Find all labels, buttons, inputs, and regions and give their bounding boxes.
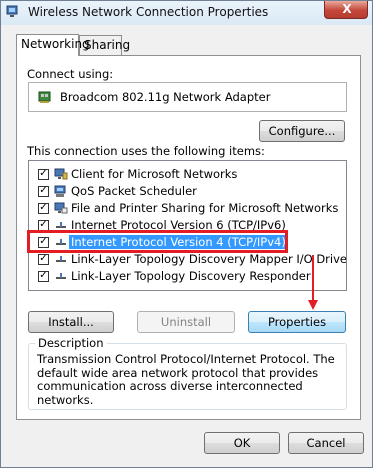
item-label: Link-Layer Topology Discovery Responder [71,269,311,283]
items-label: This connection uses the following items… [27,144,265,158]
uninstall-button[interactable]: Uninstall [137,311,235,333]
item-checkbox[interactable]: ✓ [38,270,49,282]
connect-using-label: Connect using: [27,67,114,81]
item-checkbox[interactable]: ✓ [38,253,49,265]
network-adapter-icon [38,91,51,103]
item-label: QoS Packet Scheduler [71,184,197,198]
properties-button[interactable]: Properties [248,311,346,333]
ok-button[interactable]: OK [204,432,280,454]
item-checkbox[interactable]: ✓ [38,168,49,180]
item-label: Client for Microsoft Networks [71,167,238,181]
adapter-name: Broadcom 802.11g Network Adapter [60,90,271,104]
description-group: Description Transmission Control Protoco… [28,336,347,410]
list-item[interactable]: ✓ File and Printer Sharing for Microsoft… [29,200,346,217]
list-item[interactable]: ✓ Client for Microsoft Networks [29,166,346,183]
tab-networking-label: Networking [21,37,90,51]
configure-button[interactable]: Configure... [259,120,345,142]
cancel-button[interactable]: Cancel [288,432,364,454]
close-icon: X [342,2,352,16]
list-item[interactable]: ✓ Link-Layer Topology Discovery Responde… [29,268,346,285]
list-item[interactable]: ✓ QoS Packet Scheduler [29,183,346,200]
list-item[interactable]: ✓ Link-Layer Topology Discovery Mapper I… [29,251,346,268]
window-title: Wireless Network Connection Properties [28,5,269,19]
properties-dialog: Wireless Network Connection Properties X… [0,0,373,468]
item-label: Link-Layer Topology Discovery Mapper I/O… [71,252,347,266]
components-list[interactable]: ✓ Client for Microsoft Networks ✓ QoS Pa… [28,160,347,291]
tab-sharing-label: Sharing [84,38,131,52]
file-printer-sharing-icon [54,202,68,214]
tab-networking[interactable]: Networking [16,34,90,56]
network-client-icon [54,168,68,180]
item-label: File and Printer Sharing for Microsoft N… [71,201,339,215]
adapter-field: Broadcom 802.11g Network Adapter [28,82,347,112]
protocol-icon [56,256,66,262]
network-connection-icon [6,5,18,17]
qos-scheduler-icon [54,185,66,197]
description-title: Description [35,336,107,350]
close-button[interactable]: X [324,1,368,19]
title-bar[interactable]: Wireless Network Connection Properties X [1,1,372,25]
highlight-box [27,230,288,253]
install-button[interactable]: Install... [28,311,114,333]
protocol-icon [56,273,66,279]
item-checkbox[interactable]: ✓ [38,202,49,214]
arrow-down-icon [308,255,318,310]
description-text: Transmission Control Protocol/Internet P… [37,352,335,407]
item-checkbox[interactable]: ✓ [38,185,49,197]
